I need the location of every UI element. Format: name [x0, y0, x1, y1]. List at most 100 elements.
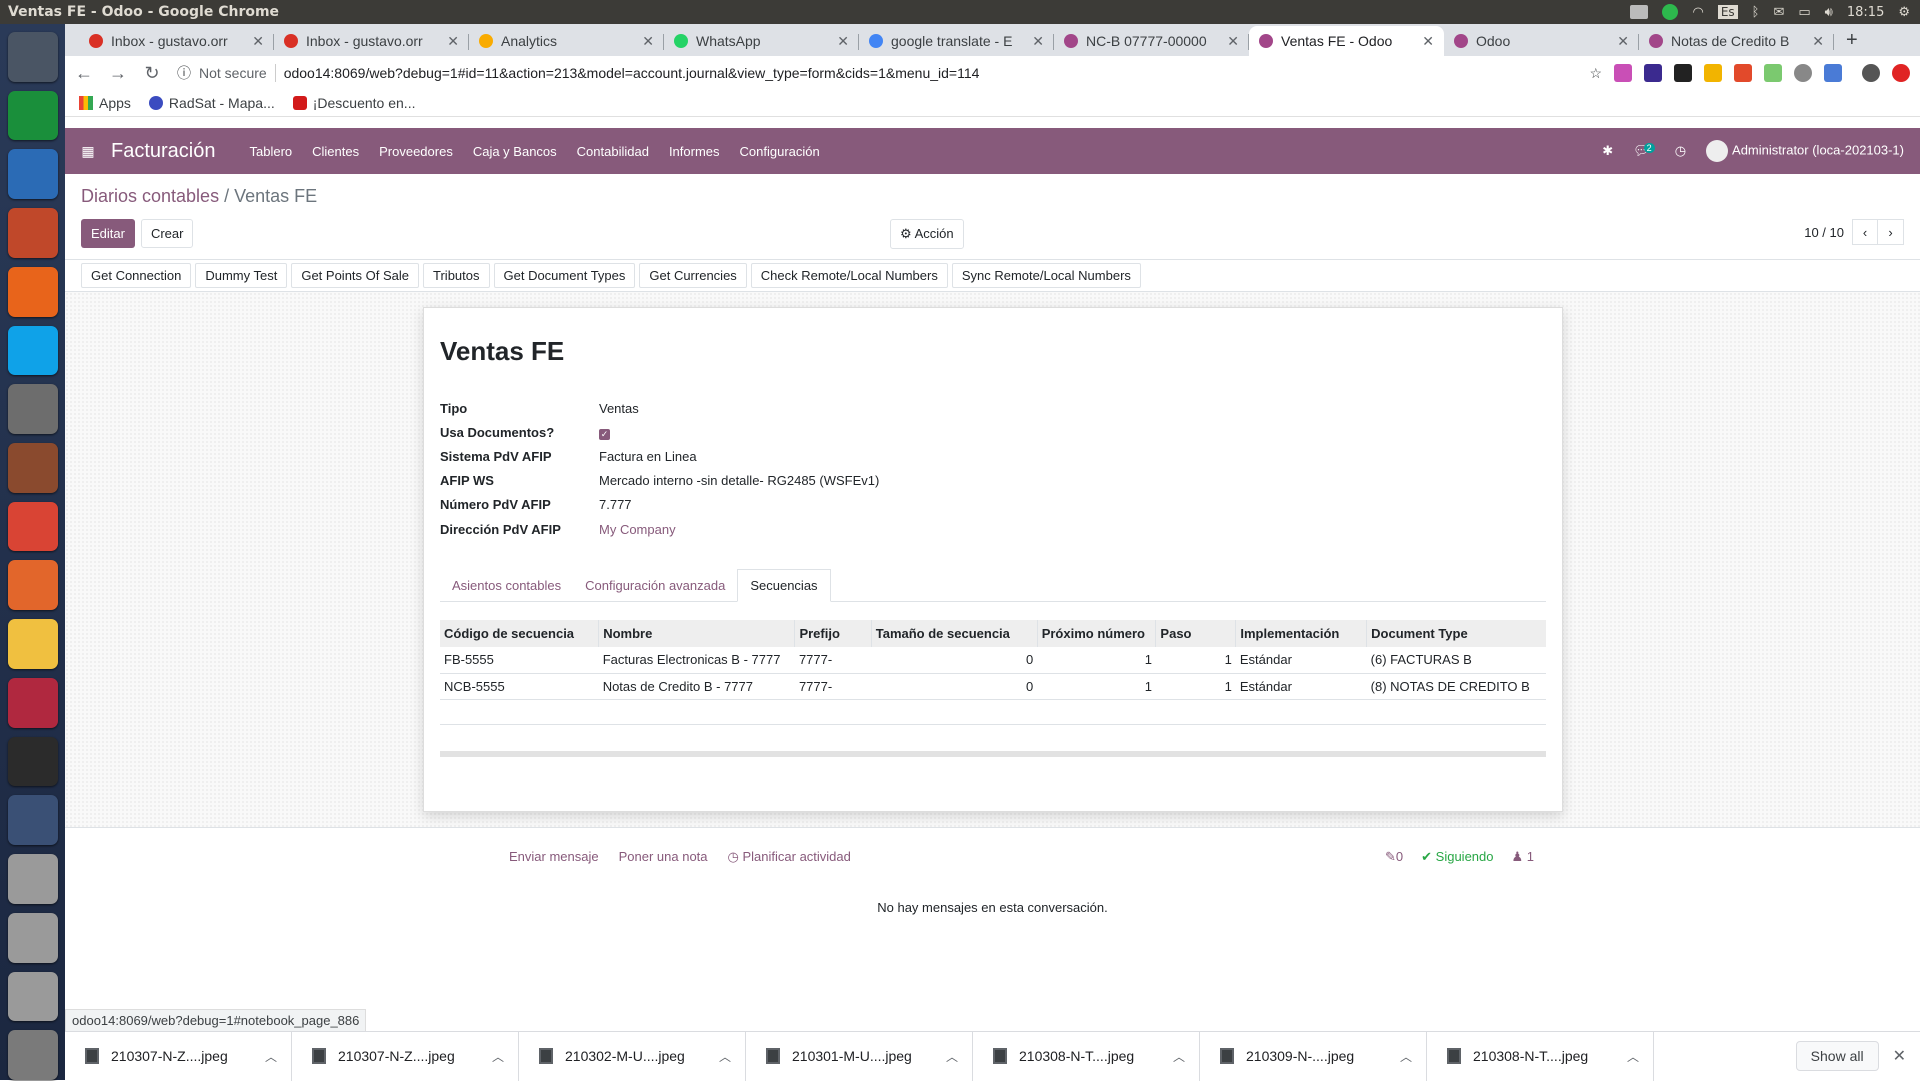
- extension-icon-1[interactable]: [1614, 64, 1632, 82]
- clock-activity-icon[interactable]: ◷: [1675, 143, 1686, 159]
- breadcrumb-parent[interactable]: Diarios contables: [81, 186, 219, 206]
- header-action-button[interactable]: Dummy Test: [195, 263, 288, 288]
- browser-tab[interactable]: NC-B 07777-00000 ✕: [1054, 26, 1249, 56]
- table-row[interactable]: NCB-5555 Notas de Credito B - 7777 7777- 0 1…: [440, 673, 1546, 700]
- clock[interactable]: 18:15: [1847, 5, 1884, 20]
- field-link[interactable]: My Company: [599, 522, 676, 537]
- header-action-button[interactable]: Get Currencies: [639, 263, 747, 288]
- terminal-icon[interactable]: [7, 736, 58, 787]
- download-item[interactable]: 210302-M-U....jpeg ︿: [519, 1031, 746, 1081]
- calc-icon[interactable]: [7, 90, 58, 141]
- settings-icon[interactable]: [7, 384, 58, 435]
- download-item[interactable]: 210301-M-U....jpeg ︿: [746, 1031, 973, 1081]
- close-icon[interactable]: ✕: [447, 33, 459, 50]
- download-item[interactable]: 210308-N-T....jpeg ︿: [1427, 1031, 1654, 1081]
- table-row[interactable]: FB-5555 Facturas Electronicas B - 7777 777…: [440, 647, 1546, 674]
- address-bar[interactable]: ⓘ Not secure odoo14:8069/web?debug=1#id=…: [177, 63, 1573, 83]
- extension-icon-4[interactable]: [1704, 64, 1722, 82]
- send-message-button[interactable]: Enviar mensaje: [509, 849, 599, 865]
- chevron-up-icon[interactable]: ︿: [946, 1048, 972, 1065]
- browser-tab[interactable]: Inbox - gustavo.orr ✕: [79, 26, 274, 56]
- header-action-button[interactable]: Tributos: [423, 263, 490, 288]
- browser-tab[interactable]: WhatsApp ✕: [664, 26, 859, 56]
- column-header[interactable]: Código de secuencia: [440, 620, 599, 647]
- close-icon[interactable]: ✕: [642, 33, 654, 50]
- column-header[interactable]: Implementación: [1235, 620, 1367, 647]
- bookmark-descuento[interactable]: ¡Descuento en...: [292, 95, 415, 111]
- header-action-button[interactable]: Check Remote/Local Numbers: [750, 263, 948, 288]
- drive-icon-3[interactable]: [7, 971, 58, 1022]
- close-icon[interactable]: ✕: [1032, 33, 1044, 50]
- menu-item[interactable]: Proveedores: [369, 144, 463, 159]
- close-icon[interactable]: ✕: [252, 33, 264, 50]
- impress-icon[interactable]: [7, 208, 58, 258]
- action-button[interactable]: ⚙ Acción: [890, 219, 964, 249]
- drive-icon-2[interactable]: [7, 912, 58, 963]
- close-icon[interactable]: ✕: [1227, 33, 1239, 50]
- url-text[interactable]: odoo14:8069/web?debug=1#id=11&action=213…: [284, 65, 980, 81]
- column-header[interactable]: Tamaño de secuencia: [870, 620, 1038, 647]
- wifi-icon[interactable]: ◠: [1692, 5, 1703, 20]
- menu-item[interactable]: Configuración: [730, 144, 830, 159]
- followers-button[interactable]: ♟ 1: [1511, 849, 1534, 865]
- header-action-button[interactable]: Get Document Types: [493, 263, 636, 288]
- volume-icon[interactable]: 🔊︎: [1825, 5, 1833, 20]
- edit-button[interactable]: Editar: [81, 219, 135, 248]
- close-icon[interactable]: ✕: [1812, 33, 1824, 50]
- ubuntu-dash-icon[interactable]: [7, 32, 58, 82]
- back-icon[interactable]: ←: [75, 63, 93, 84]
- close-icon[interactable]: ✕: [1422, 33, 1434, 50]
- pager-previous-icon[interactable]: ‹: [1852, 219, 1878, 245]
- column-header[interactable]: Paso: [1155, 620, 1236, 647]
- new-tab-icon[interactable]: +: [1834, 29, 1870, 56]
- extension-icon-5[interactable]: [1734, 64, 1752, 82]
- extension-icon-8[interactable]: [1824, 64, 1842, 82]
- browser-tab[interactable]: Analytics ✕: [469, 26, 664, 56]
- close-icon[interactable]: ✕: [1617, 33, 1629, 50]
- action-dropdown[interactable]: ⚙ Acción: [890, 219, 964, 249]
- drive-icon-1[interactable]: [7, 854, 58, 904]
- menu-item[interactable]: Contabilidad: [567, 144, 659, 159]
- firefox-icon[interactable]: [7, 266, 58, 317]
- column-header[interactable]: Document Type: [1366, 620, 1546, 647]
- chevron-up-icon[interactable]: ︿: [492, 1048, 518, 1065]
- header-action-button[interactable]: Get Points Of Sale: [291, 263, 420, 288]
- chevron-up-icon[interactable]: ︿: [1173, 1048, 1199, 1065]
- extension-icon-6[interactable]: [1764, 64, 1782, 82]
- battery-icon[interactable]: ▭: [1798, 5, 1810, 20]
- gear-icon[interactable]: ⚙: [1898, 5, 1910, 20]
- bookmark-apps[interactable]: Apps: [79, 95, 131, 111]
- browser-tab[interactable]: google translate - E ✕: [859, 26, 1054, 56]
- show-all-button[interactable]: Show all: [1795, 1041, 1879, 1071]
- checkbox-checked[interactable]: ✓: [599, 428, 610, 440]
- header-action-button[interactable]: Sync Remote/Local Numbers: [951, 263, 1141, 288]
- app-name[interactable]: Facturación: [111, 140, 240, 163]
- create-button[interactable]: Crear: [140, 219, 194, 248]
- browser-tab[interactable]: Odoo ✕: [1444, 26, 1639, 56]
- menu-item[interactable]: Informes: [659, 144, 730, 159]
- download-item[interactable]: 210309-N-....jpeg ︿: [1200, 1031, 1427, 1081]
- pager-value[interactable]: 10 / 10: [1804, 225, 1844, 240]
- writer-icon[interactable]: [7, 149, 58, 200]
- chevron-up-icon[interactable]: ︿: [1400, 1048, 1426, 1065]
- info-icon[interactable]: ⓘ: [177, 63, 191, 83]
- keyboard-layout[interactable]: Es: [1717, 5, 1738, 19]
- chevron-up-icon[interactable]: ︿: [719, 1048, 745, 1065]
- files-icon[interactable]: [7, 443, 58, 493]
- chevron-up-icon[interactable]: ︿: [265, 1048, 291, 1065]
- bookmark-radsat[interactable]: RadSat - Mapa...: [148, 95, 275, 111]
- log-note-button[interactable]: Poner una nota: [619, 849, 708, 865]
- column-header[interactable]: Nombre: [598, 620, 795, 647]
- software-center-icon[interactable]: [7, 560, 58, 611]
- disk-icon[interactable]: [7, 677, 58, 728]
- extension-icon-7[interactable]: [1794, 64, 1812, 82]
- schedule-activity-button[interactable]: ◷ Planificar actividad: [728, 849, 851, 865]
- following-button[interactable]: ✔ Siguiendo: [1421, 849, 1493, 865]
- column-header[interactable]: Próximo número: [1036, 620, 1156, 647]
- user-menu[interactable]: Administrator (loca-202103-1): [1706, 140, 1904, 162]
- download-item[interactable]: 210308-N-T....jpeg ︿: [973, 1031, 1200, 1081]
- header-action-button[interactable]: Get Connection: [81, 263, 192, 288]
- horizontal-scrollbar[interactable]: [440, 751, 1546, 757]
- close-icon[interactable]: ✕: [1893, 1046, 1906, 1066]
- bluetooth-icon[interactable]: ᛒ: [1752, 5, 1760, 20]
